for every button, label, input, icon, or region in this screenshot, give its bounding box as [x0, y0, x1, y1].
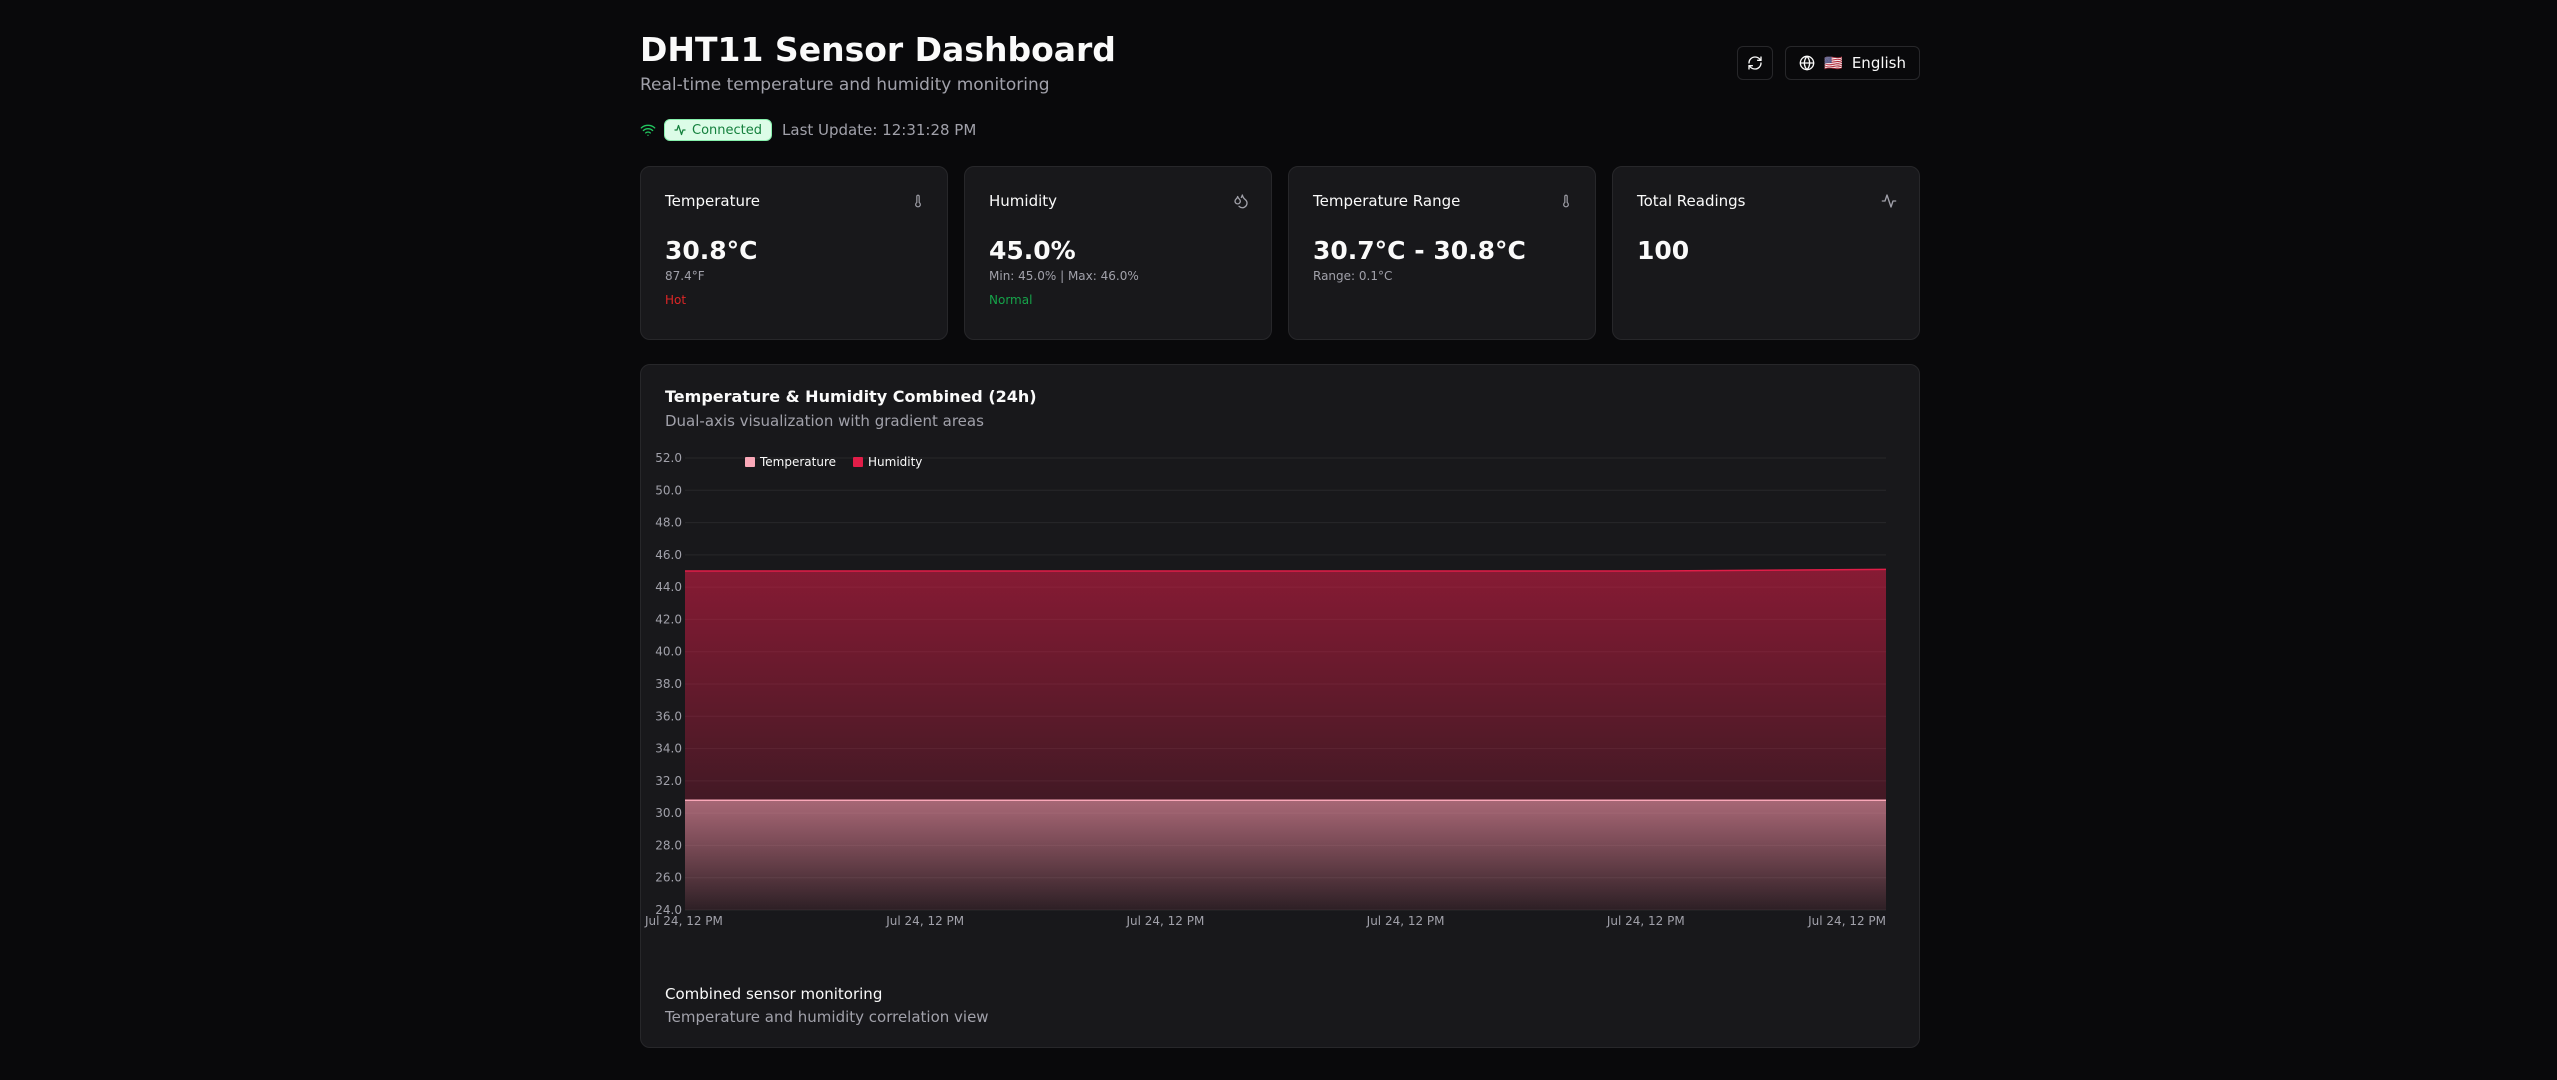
header-actions: 🇺🇸 English	[1737, 46, 1920, 80]
card-subtext: 87.4°F	[665, 269, 705, 283]
thermometer-icon	[915, 194, 921, 208]
last-update: Last Update: 12:31:28 PM	[782, 121, 977, 139]
card-value: 100	[1637, 236, 1690, 265]
y-tick-label: 34.0	[655, 742, 682, 756]
y-tick-label: 48.0	[655, 516, 682, 530]
activity-icon	[674, 124, 686, 136]
y-tick-label: 36.0	[655, 709, 682, 723]
card-temperature: Temperature 30.8°C 87.4°F Hot	[640, 166, 948, 340]
x-tick-label: Jul 24, 12 PM	[1125, 914, 1204, 928]
legend-label[interactable]: Humidity	[868, 455, 922, 469]
y-tick-label: 26.0	[655, 871, 682, 885]
refresh-button[interactable]	[1737, 46, 1774, 80]
card-status: Normal	[989, 293, 1033, 307]
y-tick-label: 28.0	[655, 838, 682, 852]
header: DHT11 Sensor Dashboard Real-time tempera…	[640, 30, 1920, 100]
language-label: English	[1851, 54, 1906, 72]
card-title: Total Readings	[1637, 192, 1746, 210]
chart-footer-title: Combined sensor monitoring	[665, 985, 883, 1003]
y-tick-label: 40.0	[655, 645, 682, 659]
status-badge: Connected	[664, 119, 773, 141]
wifi-icon	[640, 124, 656, 136]
x-tick-label: Jul 24, 12 PM	[644, 914, 723, 928]
stat-cards: Temperature 30.8°C 87.4°F Hot Humidity 4…	[640, 166, 1920, 340]
page-title: DHT11 Sensor Dashboard	[640, 30, 1116, 69]
connection-status: Connected Last Update: 12:31:28 PM	[640, 118, 976, 142]
temperature-area	[685, 800, 1886, 910]
legend-swatch	[745, 457, 755, 467]
refresh-icon	[1748, 56, 1762, 70]
legend-label[interactable]: Temperature	[759, 455, 836, 469]
card-temperature-range: Temperature Range 30.7°C - 30.8°C Range:…	[1288, 166, 1596, 340]
y-tick-label: 32.0	[655, 774, 682, 788]
thermometer-icon	[1563, 194, 1569, 208]
x-tick-label: Jul 24, 12 PM	[885, 914, 964, 928]
combined-chart-card: Temperature & Humidity Combined (24h) Du…	[640, 364, 1920, 1048]
humidity-line	[685, 568, 1887, 572]
card-humidity: Humidity 45.0% Min: 45.0% | Max: 46.0% N…	[964, 166, 1272, 340]
card-subtext: Min: 45.0% | Max: 46.0%	[989, 269, 1139, 283]
y-tick-label: 38.0	[655, 677, 682, 691]
droplets-icon	[1234, 194, 1248, 209]
language-select[interactable]: 🇺🇸 English	[1785, 46, 1920, 80]
flag-icon: 🇺🇸	[1824, 54, 1843, 72]
status-badge-label: Connected	[692, 122, 763, 138]
y-tick-label: 46.0	[655, 548, 682, 562]
x-tick-label: Jul 24, 12 PM	[1807, 914, 1886, 928]
card-title: Temperature	[665, 192, 761, 210]
card-total-readings: Total Readings 100	[1612, 166, 1920, 340]
x-tick-label: Jul 24, 12 PM	[1606, 914, 1685, 928]
card-subtext: Range: 0.1°C	[1313, 269, 1393, 283]
card-title: Humidity	[989, 192, 1058, 210]
x-tick-label: Jul 24, 12 PM	[1366, 914, 1445, 928]
card-value: 30.8°C	[665, 236, 758, 265]
card-value: 30.7°C - 30.8°C	[1313, 236, 1526, 265]
y-tick-label: 52.0	[655, 451, 682, 465]
card-status: Hot	[665, 293, 687, 307]
chart-footer-subtitle: Temperature and humidity correlation vie…	[665, 1008, 989, 1026]
y-tick-label: 50.0	[655, 483, 682, 497]
page-subtitle: Real-time temperature and humidity monit…	[640, 75, 1050, 95]
y-tick-label: 44.0	[655, 580, 682, 594]
y-tick-label: 30.0	[655, 806, 682, 820]
legend-swatch	[853, 457, 863, 467]
activity-icon	[1881, 194, 1897, 208]
y-tick-label: 42.0	[655, 612, 682, 626]
card-value: 45.0%	[989, 236, 1076, 265]
card-title: Temperature Range	[1313, 192, 1461, 210]
globe-icon	[1799, 55, 1815, 71]
combined-area-chart[interactable]: 24.026.028.030.032.034.036.038.040.042.0…	[641, 365, 1919, 965]
